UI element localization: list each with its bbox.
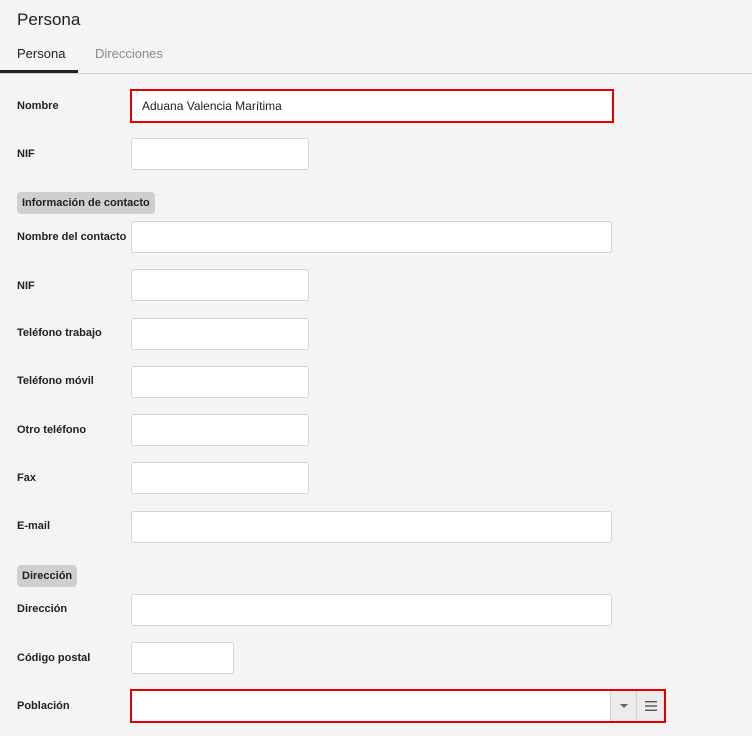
direccion-field[interactable] xyxy=(131,594,612,626)
otro-telefono-label: Otro teléfono xyxy=(17,424,87,436)
nif-label: NIF xyxy=(17,148,35,160)
codigo-postal-label: Código postal xyxy=(17,652,91,664)
tab-direcciones[interactable]: Direcciones xyxy=(95,46,163,61)
list-icon xyxy=(644,701,657,711)
nombre-contacto-label: Nombre del contacto xyxy=(17,231,127,243)
nombre-contacto-field[interactable] xyxy=(131,221,612,253)
telefono-movil-label: Teléfono móvil xyxy=(17,375,94,387)
page-title: Persona xyxy=(17,10,81,29)
telefono-movil-field[interactable] xyxy=(131,366,309,398)
nombre-value: Aduana Valencia Marítima xyxy=(142,99,282,113)
poblacion-combo[interactable] xyxy=(130,689,666,723)
contact-section-header: Información de contacto xyxy=(17,192,155,214)
telefono-trabajo-field[interactable] xyxy=(131,318,309,350)
poblacion-dropdown-button[interactable] xyxy=(610,691,637,721)
codigo-postal-field[interactable] xyxy=(131,642,234,674)
fax-field[interactable] xyxy=(131,462,309,494)
tab-persona[interactable]: Persona xyxy=(17,46,65,61)
caret-down-icon xyxy=(620,704,628,708)
fax-label: Fax xyxy=(17,472,36,484)
nombre-field[interactable]: Aduana Valencia Marítima xyxy=(130,89,614,123)
contacto-nif-field[interactable] xyxy=(131,269,309,301)
otro-telefono-field[interactable] xyxy=(131,414,309,446)
active-tab-indicator xyxy=(0,70,78,73)
address-section-header: Dirección xyxy=(17,565,78,587)
direccion-label: Dirección xyxy=(17,603,68,615)
contacto-nif-label: NIF xyxy=(17,280,35,292)
email-label: E-mail xyxy=(17,520,51,532)
poblacion-label: Población xyxy=(17,700,70,712)
nif-field[interactable] xyxy=(131,138,309,170)
telefono-trabajo-label: Teléfono trabajo xyxy=(17,327,102,339)
tab-bar: Persona Direcciones xyxy=(0,36,752,74)
email-field[interactable] xyxy=(131,511,612,543)
nombre-label: Nombre xyxy=(17,100,59,112)
poblacion-list-button[interactable] xyxy=(636,691,664,721)
